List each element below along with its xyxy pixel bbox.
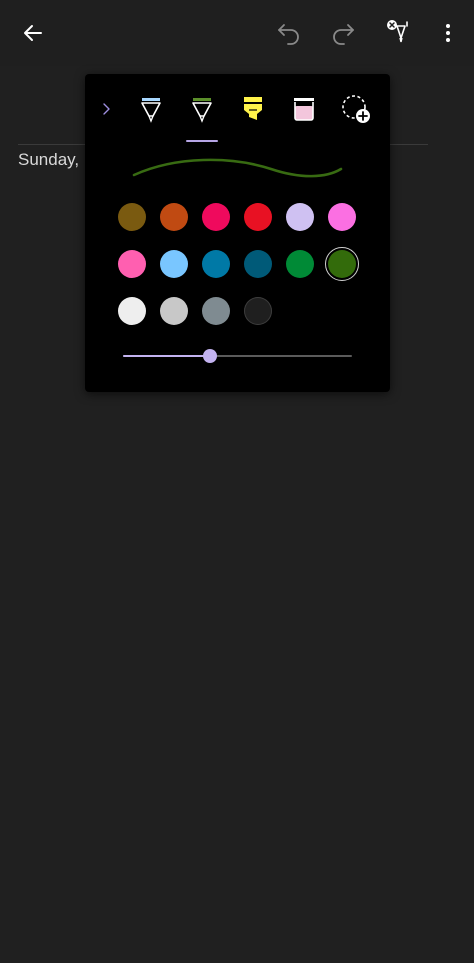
tool-pen-light-blue[interactable] bbox=[132, 90, 170, 128]
undo-icon bbox=[278, 24, 299, 45]
selected-tool-indicator bbox=[186, 140, 218, 142]
pen-icon bbox=[192, 98, 212, 123]
color-swatch[interactable] bbox=[160, 203, 188, 231]
thickness-slider-fill bbox=[123, 355, 211, 357]
color-swatch[interactable] bbox=[118, 250, 146, 278]
selected-color-ring bbox=[325, 247, 359, 281]
color-swatch[interactable] bbox=[286, 250, 314, 278]
redo-button[interactable] bbox=[323, 13, 363, 53]
pen-icon bbox=[141, 98, 161, 123]
page-date-text[interactable]: Sunday, bbox=[18, 150, 79, 170]
more-options-button[interactable] bbox=[428, 13, 468, 53]
marker-icon bbox=[294, 98, 314, 121]
color-swatch[interactable] bbox=[118, 203, 146, 231]
tool-highlighter-yellow[interactable] bbox=[234, 90, 272, 128]
highlighter-icon bbox=[244, 97, 262, 120]
color-swatch[interactable] bbox=[160, 250, 188, 278]
app-bar bbox=[0, 0, 474, 66]
tool-pen-green[interactable] bbox=[183, 90, 221, 128]
color-swatch[interactable] bbox=[244, 297, 272, 325]
stroke-preview bbox=[132, 158, 343, 178]
pen-mode-button[interactable] bbox=[378, 13, 418, 53]
thickness-slider-thumb[interactable] bbox=[203, 349, 218, 363]
chevron-right-icon bbox=[103, 103, 110, 115]
tool-marker-pink[interactable] bbox=[285, 90, 323, 128]
back-arrow-icon bbox=[24, 25, 42, 41]
back-button[interactable] bbox=[13, 13, 53, 53]
undo-button[interactable] bbox=[269, 13, 309, 53]
expand-tools-button[interactable] bbox=[97, 98, 115, 120]
color-swatch[interactable] bbox=[244, 250, 272, 278]
color-swatch[interactable] bbox=[202, 297, 230, 325]
color-swatch[interactable] bbox=[244, 203, 272, 231]
pen-options-popup bbox=[85, 74, 390, 392]
more-vertical-icon bbox=[446, 24, 450, 42]
thickness-slider[interactable] bbox=[123, 349, 352, 363]
redo-icon bbox=[333, 24, 354, 45]
color-swatch[interactable] bbox=[118, 297, 146, 325]
pen-cancel-icon bbox=[387, 20, 408, 43]
color-swatch[interactable] bbox=[202, 203, 230, 231]
color-swatch[interactable] bbox=[160, 297, 188, 325]
color-swatch[interactable] bbox=[202, 250, 230, 278]
add-pen-icon bbox=[342, 95, 370, 123]
color-swatch[interactable] bbox=[328, 203, 356, 231]
color-swatch[interactable] bbox=[286, 203, 314, 231]
add-pen-button[interactable] bbox=[337, 90, 375, 128]
